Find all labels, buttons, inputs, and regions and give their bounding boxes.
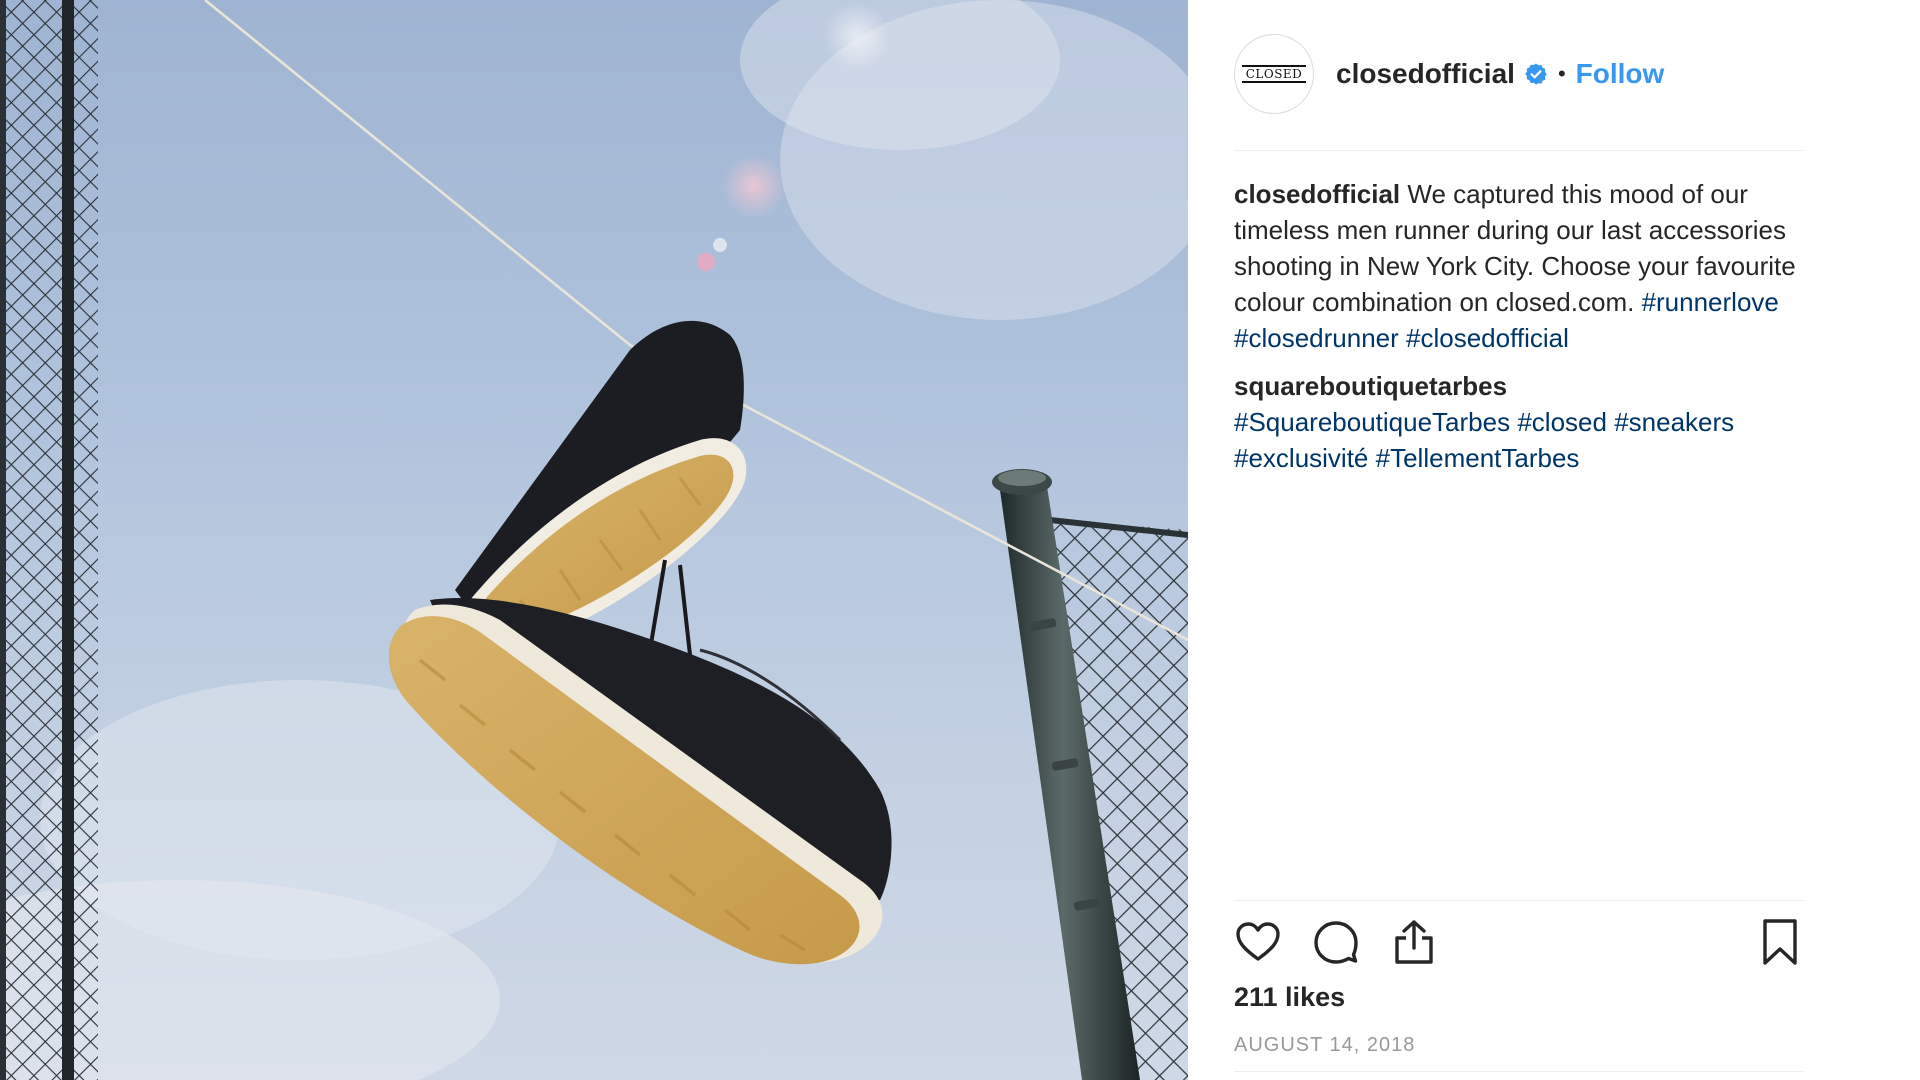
- comment-username[interactable]: closedofficial: [1234, 179, 1400, 209]
- hashtag-link[interactable]: #exclusivité: [1234, 443, 1368, 473]
- comment-bubble-icon[interactable]: [1312, 918, 1360, 966]
- comment-username[interactable]: squareboutiquetarbes: [1234, 371, 1507, 401]
- post-photo[interactable]: [0, 0, 1188, 1080]
- actions-divider: [1234, 900, 1804, 901]
- comment-item: squareboutiquetarbes #SquareboutiqueTarb…: [1234, 368, 1814, 476]
- likes-count[interactable]: 211 likes: [1234, 982, 1345, 1013]
- post-detail-panel: CLOSED closedofficial • Follow closedoff…: [1188, 0, 1920, 1080]
- comment-caption: closedofficial We captured this mood of …: [1234, 176, 1814, 356]
- action-bar: [1234, 918, 1804, 966]
- verified-badge-icon: [1524, 62, 1548, 86]
- bottom-divider: [1234, 1071, 1804, 1072]
- header-divider: [1234, 150, 1804, 151]
- hashtag-link[interactable]: #closedrunner: [1234, 323, 1399, 353]
- post-date[interactable]: AUGUST 14, 2018: [1234, 1034, 1415, 1057]
- bookmark-icon[interactable]: [1756, 918, 1804, 966]
- hashtag-link[interactable]: #closed: [1517, 407, 1607, 437]
- follow-button[interactable]: Follow: [1576, 58, 1665, 90]
- post-header: CLOSED closedofficial • Follow: [1234, 34, 1804, 114]
- author-username[interactable]: closedofficial: [1336, 58, 1515, 90]
- photo-illustration: [0, 0, 1188, 1080]
- comments-list: closedofficial We captured this mood of …: [1234, 176, 1814, 488]
- hashtag-link[interactable]: #SquareboutiqueTarbes: [1234, 407, 1510, 437]
- hashtag-link[interactable]: #sneakers: [1614, 407, 1734, 437]
- heart-icon[interactable]: [1234, 918, 1282, 966]
- avatar[interactable]: CLOSED: [1234, 34, 1314, 114]
- header-separator: •: [1557, 61, 1566, 86]
- hashtag-link[interactable]: #TellementTarbes: [1376, 443, 1580, 473]
- share-icon[interactable]: [1390, 918, 1438, 966]
- avatar-logo: CLOSED: [1241, 65, 1307, 83]
- hashtag-link[interactable]: #closedofficial: [1406, 323, 1569, 353]
- hashtag-link[interactable]: #runnerlove: [1642, 287, 1779, 317]
